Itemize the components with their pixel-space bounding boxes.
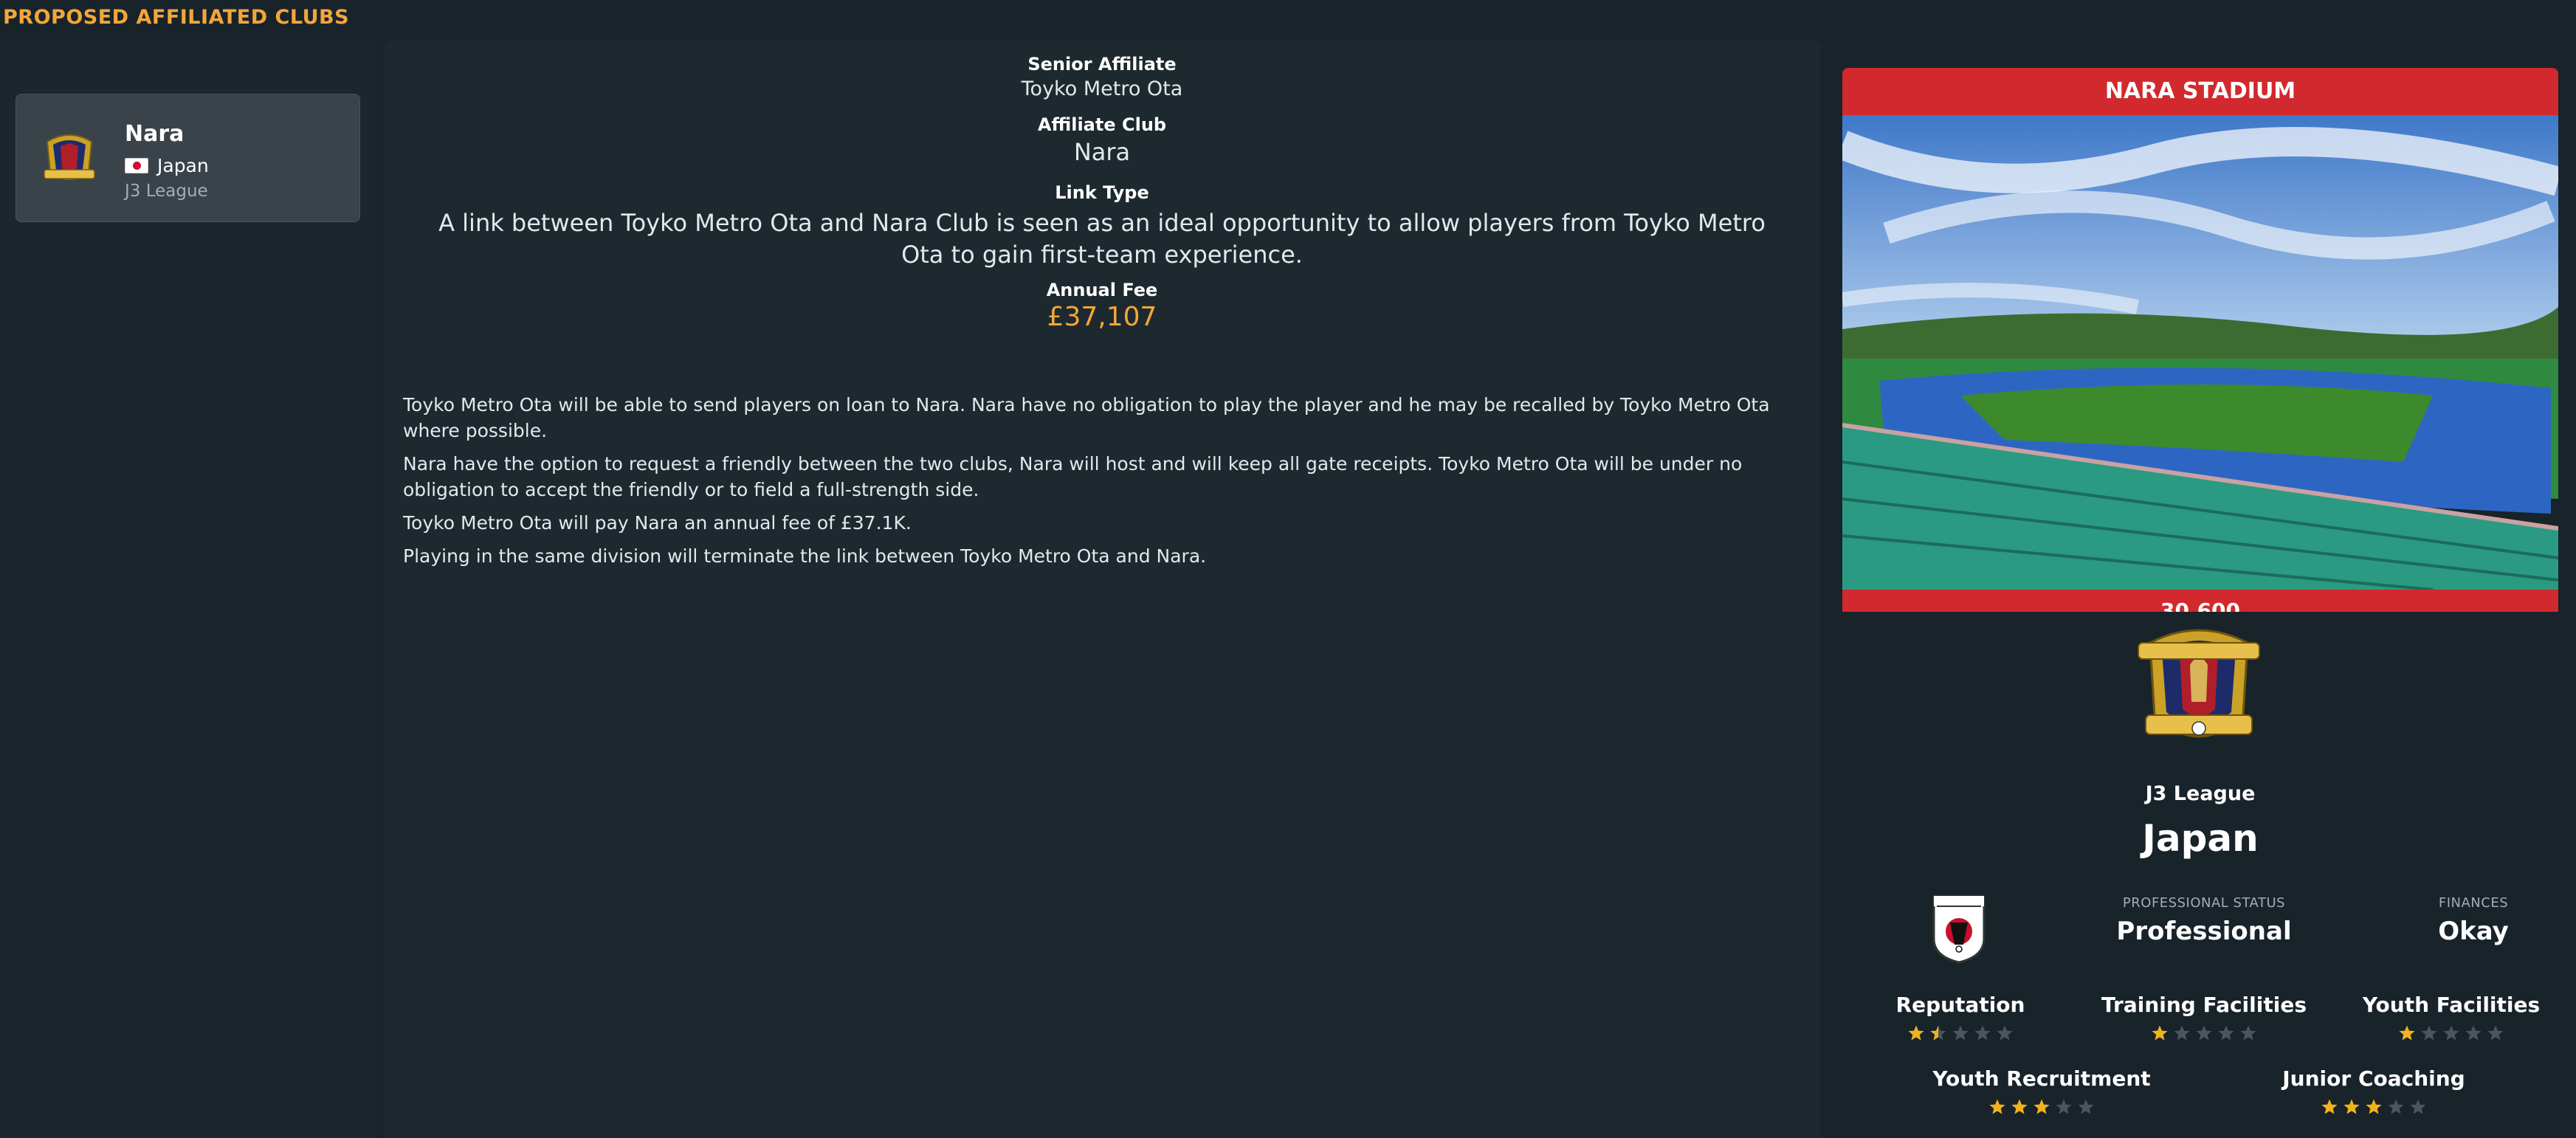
club-league: J3 League <box>2145 782 2256 805</box>
rating-youth-facilities: Youth Facilities <box>2344 993 2558 1042</box>
star-icon <box>2465 1025 2482 1041</box>
star-icon <box>2218 1025 2234 1041</box>
professional-status: PROFESSIONAL STATUS Professional <box>2064 895 2344 946</box>
link-type-label: Link Type <box>1055 182 1149 203</box>
senior-affiliate: Senior Affiliate Toyko Metro Ota <box>384 54 1820 100</box>
term-item: Toyko Metro Ota will pay Nara an annual … <box>403 512 912 534</box>
affiliation-terms: Toyko Metro Ota will be able to send pla… <box>403 392 1805 576</box>
star-rating <box>2344 1024 2558 1042</box>
term-item: Playing in the same division will termin… <box>403 545 1207 567</box>
rating-youth-recruitment: Youth Recruitment <box>1912 1066 2171 1116</box>
star-icon <box>2033 1099 2050 1114</box>
star-icon <box>1952 1025 1969 1041</box>
rating-label: Junior Coaching <box>2282 1066 2465 1091</box>
star-icon <box>2174 1025 2190 1041</box>
star-icon <box>2011 1099 2028 1114</box>
rating-junior-coaching: Junior Coaching <box>2263 1066 2484 1116</box>
rating-label: Youth Recruitment <box>1932 1066 2151 1091</box>
star-icon <box>2410 1099 2426 1114</box>
rating-label: Training Facilities <box>2101 993 2307 1017</box>
star-icon <box>2343 1099 2360 1114</box>
star-icon <box>2078 1099 2094 1114</box>
annual-fee-label: Annual Fee <box>1046 280 1158 300</box>
star-icon <box>2152 1025 2168 1041</box>
annual-fee-value: £37,107 <box>1047 302 1157 332</box>
club-nation: Japan <box>2142 817 2259 860</box>
rating-label: Youth Facilities <box>2362 993 2541 1017</box>
star-icon <box>2366 1099 2382 1114</box>
page-title: PROPOSED AFFILIATED CLUBS <box>3 6 350 29</box>
star-icon <box>2056 1099 2072 1114</box>
star-icon <box>2399 1025 2415 1041</box>
stadium-name: NARA STADIUM <box>1842 68 2558 115</box>
club-info-panel: NARA STADIUM 30,600 J3 League Japan PROF… <box>1842 41 2558 1138</box>
sidebar: Nara Japan J3 League <box>0 41 376 1138</box>
professional-status-label: PROFESSIONAL STATUS <box>2122 895 2286 911</box>
star-icon <box>2421 1025 2437 1041</box>
star-rating <box>1912 1098 2171 1116</box>
star-icon <box>1997 1025 2013 1041</box>
link-type: Link Type A link between Toyko Metro Ota… <box>384 182 1820 271</box>
star-rating <box>2086 1024 2322 1042</box>
nara-club-crest-icon <box>44 134 95 180</box>
stadium-capacity: 30,600 <box>2160 599 2241 613</box>
star-icon <box>2487 1025 2504 1041</box>
finances: FINANCES Okay <box>2411 895 2536 946</box>
star-icon <box>1989 1099 2005 1114</box>
senior-affiliate-value: Toyko Metro Ota <box>1021 77 1183 100</box>
affiliate-club: Affiliate Club Nara <box>384 114 1820 166</box>
star-icon <box>1974 1025 1991 1041</box>
stadium-capacity-bar: 30,600 <box>1842 590 2558 612</box>
club-league: J3 League <box>125 182 208 201</box>
rating-training-facilities: Training Facilities <box>2086 993 2322 1042</box>
star-icon <box>1908 1025 1924 1041</box>
affiliation-details-panel: Senior Affiliate Toyko Metro Ota Affilia… <box>384 41 1820 1138</box>
finances-label: FINANCES <box>2438 895 2509 911</box>
stadium-photo <box>1842 115 2558 590</box>
term-item: Nara have the option to request a friend… <box>403 453 1743 500</box>
star-icon <box>2240 1025 2256 1041</box>
flag-japan-icon <box>125 158 148 173</box>
term-item: Toyko Metro Ota will be able to send pla… <box>403 394 1770 441</box>
club-nation-label: Japan <box>157 155 209 176</box>
rating-label: Reputation <box>1895 993 2025 1017</box>
link-type-value: A link between Toyko Metro Ota and Nara … <box>438 209 1766 269</box>
club-nation: Japan <box>125 155 209 176</box>
finances-value: Okay <box>2438 917 2509 946</box>
star-icon <box>1930 1025 1946 1041</box>
star-icon <box>2388 1099 2404 1114</box>
affiliate-club-value: Nara <box>1073 138 1131 166</box>
japan-national-team-crest-icon <box>1932 894 1986 964</box>
club-list-item-nara[interactable]: Nara Japan J3 League <box>16 94 360 222</box>
rating-reputation: Reputation <box>1857 993 2064 1042</box>
star-rating <box>1857 1024 2064 1042</box>
nara-club-crest-icon <box>2138 629 2260 738</box>
club-name: Nara <box>125 121 185 147</box>
senior-affiliate-label: Senior Affiliate <box>1027 54 1177 75</box>
affiliate-club-label: Affiliate Club <box>1037 114 1167 135</box>
professional-status-value: Professional <box>2116 917 2292 946</box>
star-icon <box>2321 1099 2338 1114</box>
star-icon <box>2196 1025 2212 1041</box>
annual-fee: Annual Fee £37,107 <box>384 280 1820 332</box>
star-icon <box>2443 1025 2459 1041</box>
star-rating <box>2263 1098 2484 1116</box>
